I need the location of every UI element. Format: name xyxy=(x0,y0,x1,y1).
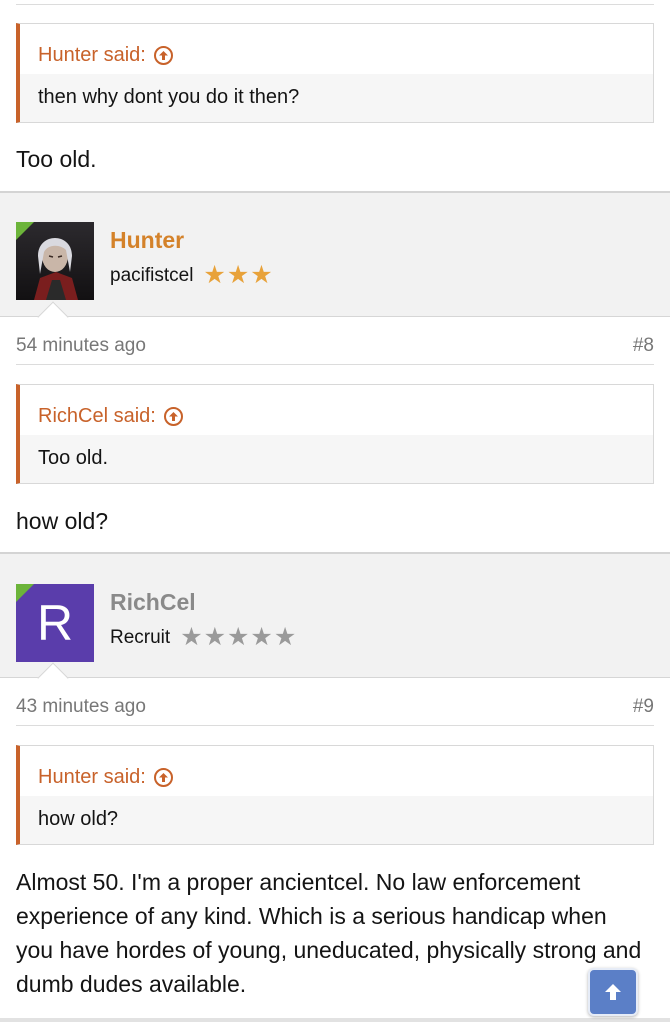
post-time[interactable]: 54 minutes ago xyxy=(16,335,146,357)
username[interactable]: RichCel xyxy=(110,589,196,616)
avatar-letter: R xyxy=(36,595,74,651)
bottom-divider xyxy=(0,1018,670,1022)
meta-divider xyxy=(16,725,654,726)
top-divider xyxy=(16,4,654,5)
username[interactable]: Hunter xyxy=(110,227,184,254)
user-title-text: Recruit xyxy=(110,626,171,648)
post-number[interactable]: #9 xyxy=(633,696,654,718)
post-number[interactable]: #8 xyxy=(633,335,654,357)
online-indicator xyxy=(16,222,34,240)
post-time[interactable]: 43 minutes ago xyxy=(16,696,146,718)
post-user-bar: R RichCel Recruit ★★★★★ xyxy=(0,552,670,694)
arrow-up-circle-icon[interactable] xyxy=(153,46,173,65)
quote-text: how old? xyxy=(20,796,653,844)
user-title-text: pacifistcel xyxy=(110,264,194,286)
scroll-to-top-button[interactable] xyxy=(588,968,638,1016)
quote-author[interactable]: RichCel said: xyxy=(38,405,156,428)
arrow-up-circle-icon[interactable] xyxy=(163,407,183,426)
bubble-pointer xyxy=(37,662,69,694)
quote-block: Hunter said: how old? xyxy=(16,745,654,845)
post-message: Almost 50. I'm a proper ancientcel. No l… xyxy=(16,869,642,997)
quote-author[interactable]: Hunter said: xyxy=(38,766,146,789)
post-meta: 43 minutes ago #9 xyxy=(16,692,654,722)
user-title: Recruit ★★★★★ xyxy=(110,625,297,650)
online-indicator xyxy=(16,584,34,602)
quote-header[interactable]: RichCel said: xyxy=(20,385,653,435)
quote-header[interactable]: Hunter said: xyxy=(20,24,653,74)
quote-text: Too old. xyxy=(20,435,653,483)
post-meta: 54 minutes ago #8 xyxy=(16,331,654,361)
quote-text: then why dont you do it then? xyxy=(20,74,653,122)
post-message: how old? xyxy=(16,508,109,534)
quote-block: RichCel said: Too old. xyxy=(16,384,654,484)
rank-stars: ★★★★★ xyxy=(180,623,298,651)
avatar[interactable]: R xyxy=(16,584,94,662)
post-user-bar: Hunter pacifistcel ★★★ xyxy=(0,191,670,333)
rank-stars: ★★★ xyxy=(203,261,274,289)
bubble-pointer xyxy=(37,301,69,333)
quote-header[interactable]: Hunter said: xyxy=(20,746,653,796)
meta-divider xyxy=(16,364,654,365)
user-title: pacifistcel ★★★ xyxy=(110,263,274,288)
arrow-up-icon xyxy=(605,984,621,1000)
post-message: Too old. xyxy=(16,146,97,172)
arrow-up-circle-icon[interactable] xyxy=(153,768,173,787)
quote-author[interactable]: Hunter said: xyxy=(38,44,146,67)
quote-block: Hunter said: then why dont you do it the… xyxy=(16,23,654,123)
avatar[interactable] xyxy=(16,222,94,300)
